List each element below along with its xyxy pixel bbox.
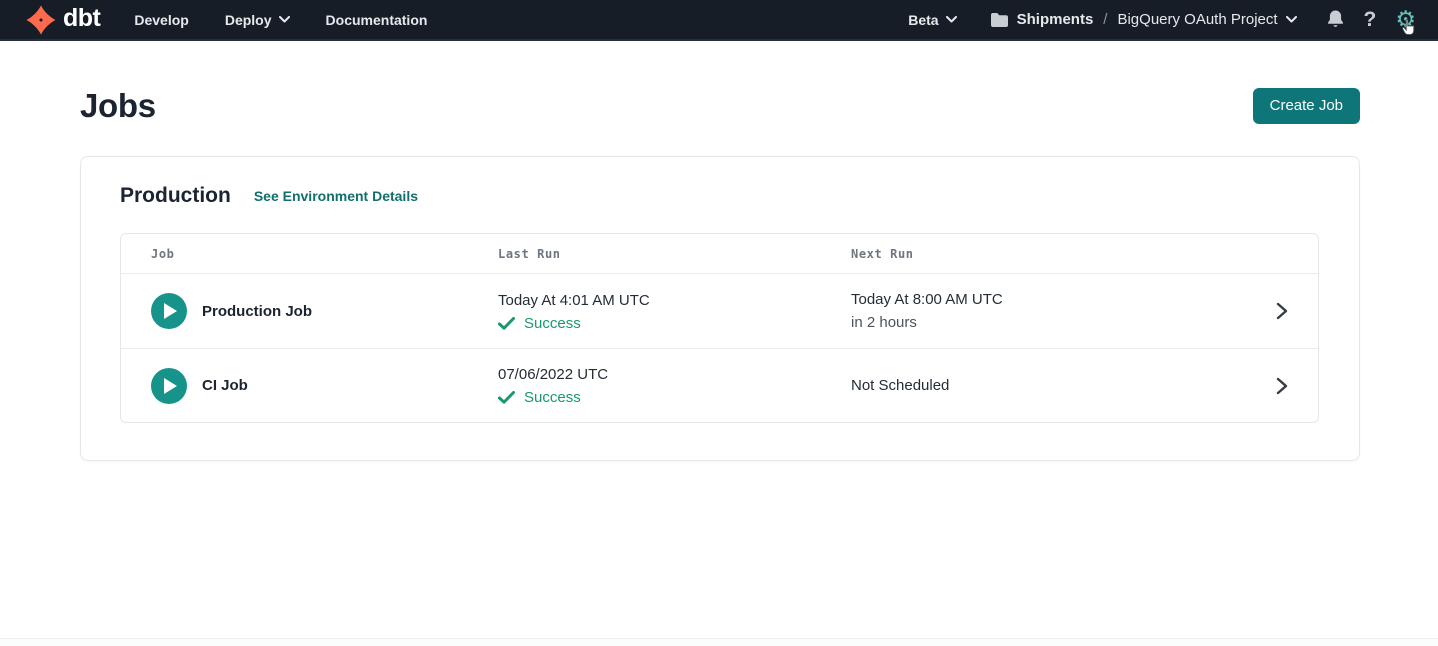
help-button[interactable]: ? bbox=[1364, 9, 1377, 30]
environment-card: Production See Environment Details Job L… bbox=[80, 156, 1360, 461]
environment-name: Production bbox=[120, 184, 231, 208]
breadcrumb-project-label: BigQuery OAuth Project bbox=[1117, 11, 1277, 28]
nav-item-documentation-label: Documentation bbox=[326, 12, 428, 28]
next-run-cell: Not Scheduled bbox=[851, 376, 1260, 396]
nav-item-deploy[interactable]: Deploy bbox=[225, 12, 290, 28]
nav-item-develop-label: Develop bbox=[134, 12, 188, 28]
job-cell: Production Job bbox=[151, 293, 498, 329]
play-icon bbox=[164, 303, 177, 319]
next-run-time: Not Scheduled bbox=[851, 376, 1260, 396]
nav-item-develop[interactable]: Develop bbox=[134, 12, 188, 28]
last-run-cell: Today At 4:01 AM UTC Success bbox=[498, 291, 851, 332]
chevron-right-icon[interactable] bbox=[1276, 302, 1288, 320]
breadcrumb-project: BigQuery OAuth Project bbox=[1117, 11, 1296, 28]
breadcrumb-separator: / bbox=[1101, 11, 1109, 28]
run-job-button[interactable] bbox=[151, 293, 187, 329]
check-icon bbox=[498, 317, 515, 330]
environment-header: Production See Environment Details bbox=[120, 184, 1319, 208]
last-run-time: Today At 4:01 AM UTC bbox=[498, 291, 851, 311]
help-icon: ? bbox=[1364, 9, 1377, 30]
notifications-button[interactable] bbox=[1326, 9, 1345, 30]
page-bottom-edge bbox=[0, 638, 1438, 646]
job-cell: CI Job bbox=[151, 368, 498, 404]
next-run-time: Today At 8:00 AM UTC bbox=[851, 290, 1260, 310]
run-job-button[interactable] bbox=[151, 368, 187, 404]
see-environment-details-link[interactable]: See Environment Details bbox=[254, 188, 418, 204]
next-run-note: in 2 hours bbox=[851, 313, 1260, 333]
chevron-right-icon[interactable] bbox=[1276, 377, 1288, 395]
top-navbar: dbt Develop Deploy Documentation Beta Sh… bbox=[0, 0, 1438, 41]
dbt-logo[interactable]: dbt bbox=[26, 5, 100, 35]
beta-dropdown[interactable]: Beta bbox=[908, 12, 956, 28]
navbar-right: Beta Shipments / BigQuery OAuth Project … bbox=[908, 8, 1416, 31]
project-selector[interactable]: Shipments / BigQuery OAuth Project bbox=[990, 11, 1297, 28]
jobs-table: Job Last Run Next Run Production Job Tod… bbox=[120, 233, 1319, 423]
nav-item-documentation[interactable]: Documentation bbox=[326, 12, 428, 28]
column-header-next-run: Next Run bbox=[851, 247, 1260, 261]
play-icon bbox=[164, 378, 177, 394]
status-text: Success bbox=[524, 315, 581, 332]
primary-nav: Develop Deploy Documentation bbox=[134, 12, 427, 28]
page-header: Jobs Create Job bbox=[80, 87, 1360, 125]
settings-button[interactable]: ⚙ bbox=[1395, 8, 1416, 31]
job-name: CI Job bbox=[202, 377, 248, 394]
gear-icon: ⚙ bbox=[1395, 8, 1416, 31]
last-run-status: Success bbox=[498, 389, 851, 406]
chevron-down-icon bbox=[279, 16, 290, 23]
last-run-status: Success bbox=[498, 315, 851, 332]
dbt-logo-text: dbt bbox=[63, 6, 100, 34]
page-title: Jobs bbox=[80, 87, 156, 125]
table-row[interactable]: Production Job Today At 4:01 AM UTC Succ… bbox=[121, 274, 1318, 348]
beta-label: Beta bbox=[908, 12, 938, 28]
bell-icon bbox=[1326, 9, 1345, 30]
table-header-row: Job Last Run Next Run bbox=[121, 234, 1318, 274]
job-name: Production Job bbox=[202, 303, 312, 320]
last-run-cell: 07/06/2022 UTC Success bbox=[498, 365, 851, 406]
dbt-logo-icon bbox=[26, 5, 56, 35]
status-text: Success bbox=[524, 389, 581, 406]
nav-item-deploy-label: Deploy bbox=[225, 12, 272, 28]
column-header-last-run: Last Run bbox=[498, 247, 851, 261]
chevron-down-icon bbox=[1286, 16, 1297, 23]
table-row[interactable]: CI Job 07/06/2022 UTC Success Not Schedu… bbox=[121, 348, 1318, 422]
last-run-time: 07/06/2022 UTC bbox=[498, 365, 851, 385]
folder-icon bbox=[990, 12, 1009, 28]
next-run-cell: Today At 8:00 AM UTC in 2 hours bbox=[851, 290, 1260, 333]
main-content: Jobs Create Job Production See Environme… bbox=[0, 87, 1438, 461]
create-job-button[interactable]: Create Job bbox=[1253, 88, 1360, 125]
breadcrumb-account: Shipments bbox=[1017, 11, 1094, 28]
column-header-job: Job bbox=[151, 247, 498, 261]
chevron-down-icon bbox=[946, 16, 957, 23]
check-icon bbox=[498, 391, 515, 404]
